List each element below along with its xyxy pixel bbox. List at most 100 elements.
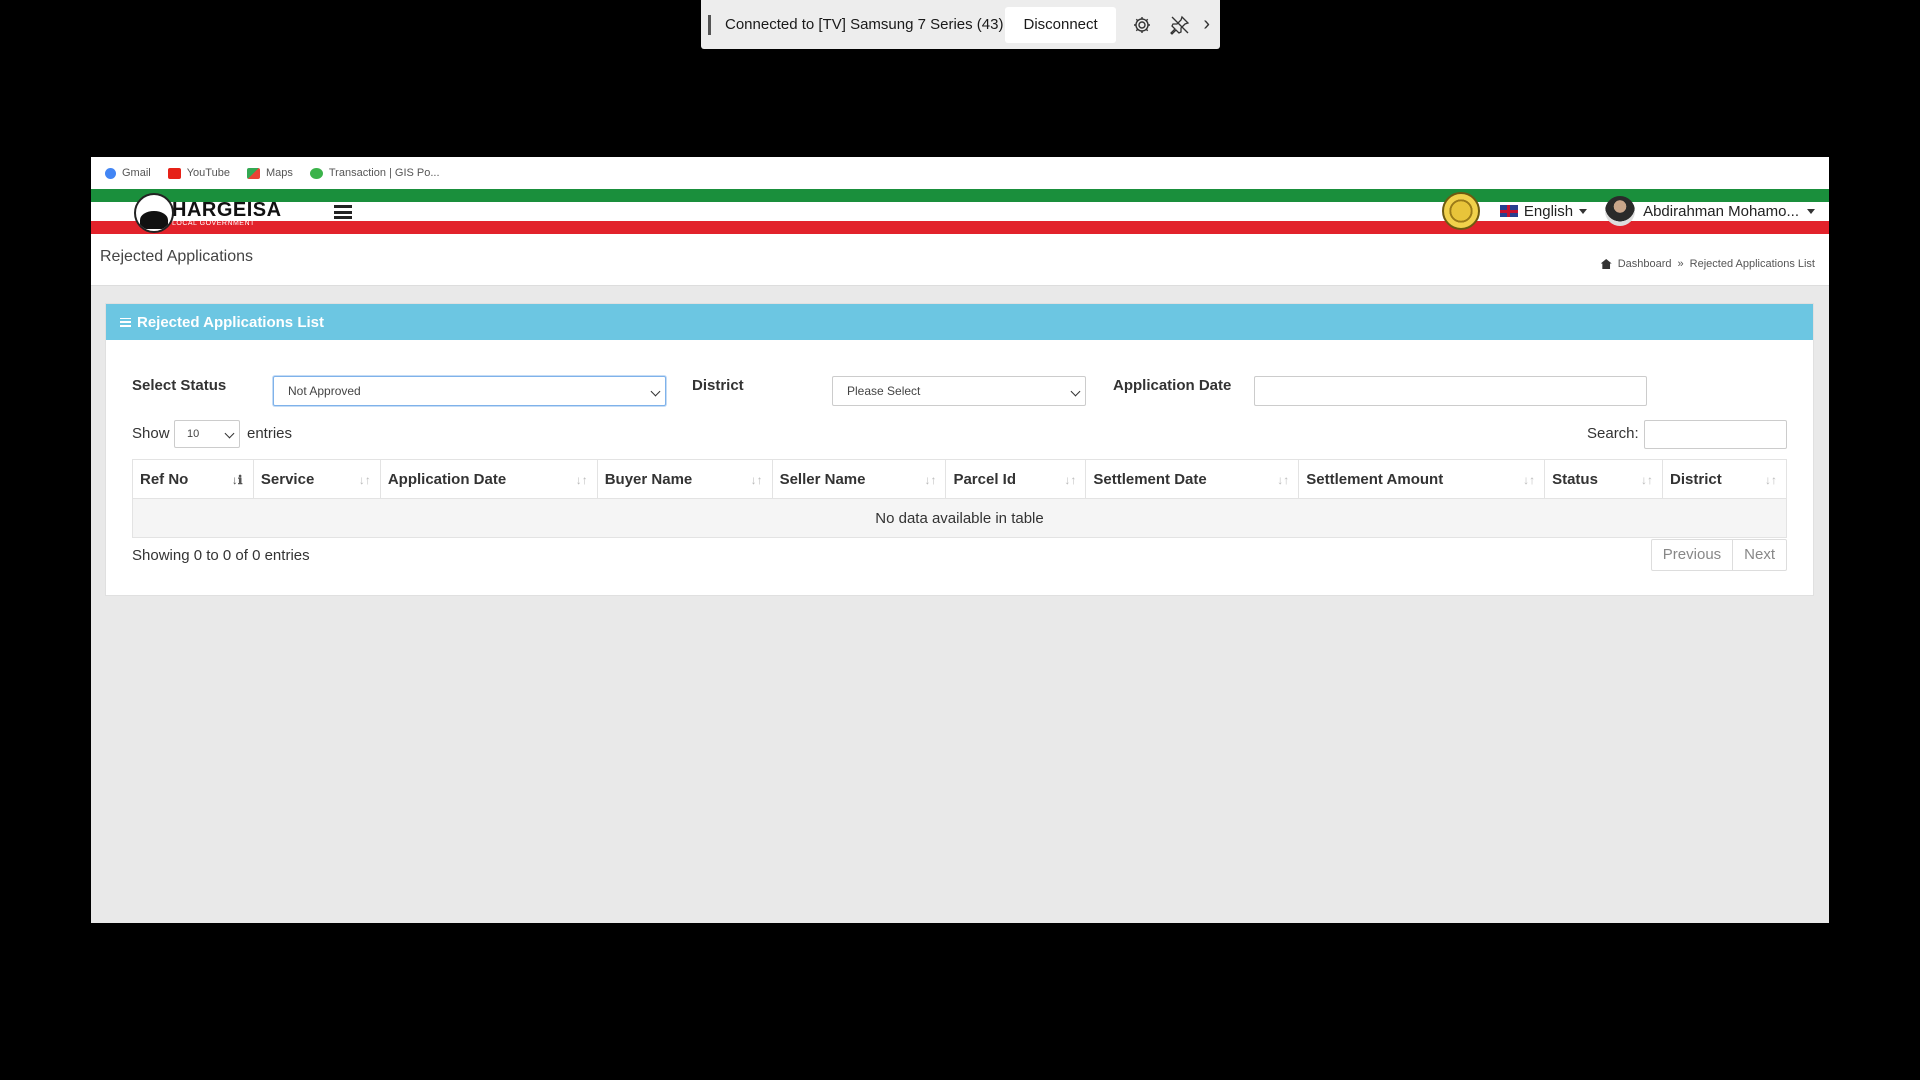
list-icon (120, 317, 131, 327)
column-label: Application Date (387, 470, 507, 488)
column-header-settlement-date[interactable]: Settlement Date ↓↑ (1085, 459, 1300, 499)
column-label: Settlement Date (1093, 470, 1207, 488)
user-menu[interactable]: Abdirahman Mohamo... (1597, 196, 1815, 226)
user-name: Abdirahman Mohamo... (1643, 202, 1799, 220)
caret-down-icon (1807, 208, 1815, 214)
column-header-parcel-id[interactable]: Parcel Id ↓↑ (945, 459, 1087, 499)
column-header-district[interactable]: District ↓↑ (1662, 459, 1787, 499)
breadcrumb-dashboard[interactable]: Dashboard (1618, 258, 1672, 270)
status-select-value: Not Approved (288, 384, 361, 398)
search-label: Search: (1587, 425, 1639, 442)
column-header-service[interactable]: Service ↓↑ (252, 459, 381, 499)
bookmark-label: YouTube (186, 167, 230, 179)
sort-icon: ↓↑ (1765, 473, 1777, 487)
page-title: Rejected Applications (100, 248, 253, 265)
previous-button[interactable]: Previous (1652, 540, 1732, 570)
card-header: Rejected Applications List (106, 304, 1813, 340)
bookmark-label: Gmail (122, 167, 151, 179)
empty-table-message: No data available in table (132, 498, 1787, 538)
avatar (1605, 196, 1636, 226)
bookmarks-bar: Gmail YouTube Maps Transaction | GIS Po.… (91, 157, 1829, 189)
pagination: Previous Next (1650, 539, 1787, 571)
logo-emblem-icon (134, 193, 174, 233)
menu-toggle-icon[interactable] (334, 205, 352, 219)
chevron-down-icon (1070, 386, 1081, 397)
home-icon (1600, 259, 1612, 269)
entries-select[interactable]: 10 (174, 420, 240, 448)
cast-status-text: Connected to [TV] Samsung 7 Series (43) (725, 16, 1004, 33)
gear-icon[interactable] (1130, 13, 1154, 37)
sort-icon: ↓↑ (1523, 473, 1536, 487)
column-header-buyer-name[interactable]: Buyer Name ↓↑ (596, 459, 773, 499)
table-row: No data available in table (132, 498, 1787, 538)
chevron-right-icon[interactable]: › (1200, 13, 1214, 37)
district-label: District (692, 377, 744, 394)
column-label: Seller Name (779, 470, 866, 488)
sort-icon: ↓↑ (750, 473, 763, 487)
brand-name: HARGEISA (172, 198, 282, 221)
hargeisa-logo[interactable]: HARGEISA LOCAL GOVERNMENT (134, 193, 282, 233)
show-label: Show (132, 425, 170, 442)
breadcrumb-separator: » (1677, 258, 1684, 270)
sort-icon: ↓↑ (1641, 473, 1654, 487)
search-input[interactable] (1644, 420, 1787, 449)
rejected-applications-card: Rejected Applications List Select Status… (105, 303, 1814, 596)
bookmark-youtube[interactable]: YouTube (167, 167, 230, 179)
breadcrumb: Dashboard » Rejected Applications List (1600, 258, 1815, 270)
column-label: Settlement Amount (1306, 470, 1444, 488)
entries-label: entries (247, 425, 293, 442)
column-label: Status (1552, 470, 1598, 488)
breadcrumb-current: Rejected Applications List (1689, 258, 1815, 270)
unpin-icon[interactable] (1168, 13, 1192, 37)
column-label: Parcel Id (953, 470, 1016, 488)
applications-table: Ref No ↓ℹ Service ↓↑ Application Date ↓↑ Bu… (132, 459, 1787, 538)
bookmark-label: Transaction | GIS Po... (328, 167, 440, 179)
bookmark-gmail[interactable]: Gmail (105, 167, 151, 179)
government-seal-icon (1441, 192, 1480, 230)
district-select[interactable]: Please Select (832, 376, 1086, 406)
column-label: Service (260, 470, 315, 488)
column-label: Ref No (140, 470, 189, 488)
column-header-application-date[interactable]: Application Date ↓↑ (379, 459, 598, 499)
screen: Connected to [TV] Samsung 7 Series (43) … (0, 0, 1920, 1080)
chevron-down-icon (224, 428, 235, 439)
brand-subtitle: LOCAL GOVERNMENT (172, 219, 255, 227)
table-header-row: Ref No ↓ℹ Service ↓↑ Application Date ↓↑ Bu… (132, 459, 1787, 499)
sort-icon: ↓↑ (358, 473, 371, 487)
sort-icon: ↓↑ (1064, 473, 1077, 487)
entries-select-value: 10 (187, 428, 200, 440)
disconnect-button[interactable]: Disconnect (1005, 6, 1116, 43)
status-select[interactable]: Not Approved (273, 376, 666, 406)
maps-icon (246, 167, 260, 179)
select-status-label: Select Status (132, 377, 227, 394)
application-date-label: Application Date (1113, 377, 1232, 394)
column-header-status[interactable]: Status ↓↑ (1544, 459, 1664, 499)
cast-toolbar: Connected to [TV] Samsung 7 Series (43) … (701, 0, 1220, 49)
column-header-settlement-amount[interactable]: Settlement Amount ↓↑ (1298, 459, 1546, 499)
table-info: Showing 0 to 0 of 0 entries (132, 547, 310, 564)
application-date-input[interactable] (1254, 376, 1647, 406)
card-title: Rejected Applications List (137, 313, 324, 331)
chevron-down-icon (650, 386, 661, 397)
top-navbar: HARGEISA LOCAL GOVERNMENT English Abdira… (91, 189, 1829, 234)
bookmark-gis[interactable]: Transaction | GIS Po... (309, 167, 440, 179)
youtube-icon (167, 167, 181, 179)
column-header-seller-name[interactable]: Seller Name ↓↑ (771, 459, 947, 499)
page-header: Rejected Applications Dashboard » Reject… (91, 234, 1829, 286)
column-header-ref-no[interactable]: Ref No ↓ℹ (132, 459, 254, 499)
next-button[interactable]: Next (1732, 540, 1786, 570)
gis-icon (309, 167, 323, 179)
district-select-value: Please Select (847, 384, 921, 398)
sort-icon: ↓↑ (1277, 473, 1290, 487)
bookmark-maps[interactable]: Maps (246, 167, 293, 179)
navbar-right: English Abdirahman Mohamo... (1441, 191, 1815, 231)
column-label: Buyer Name (604, 470, 693, 488)
language-label: English (1523, 202, 1574, 220)
sort-ascending-icon: ↓ℹ (231, 473, 243, 487)
caret-down-icon (1579, 208, 1588, 214)
uk-flag-icon (1499, 205, 1518, 217)
language-dropdown[interactable]: English (1490, 202, 1588, 220)
google-icon (105, 167, 116, 179)
drag-handle[interactable] (708, 14, 711, 35)
sort-icon: ↓↑ (924, 473, 937, 487)
